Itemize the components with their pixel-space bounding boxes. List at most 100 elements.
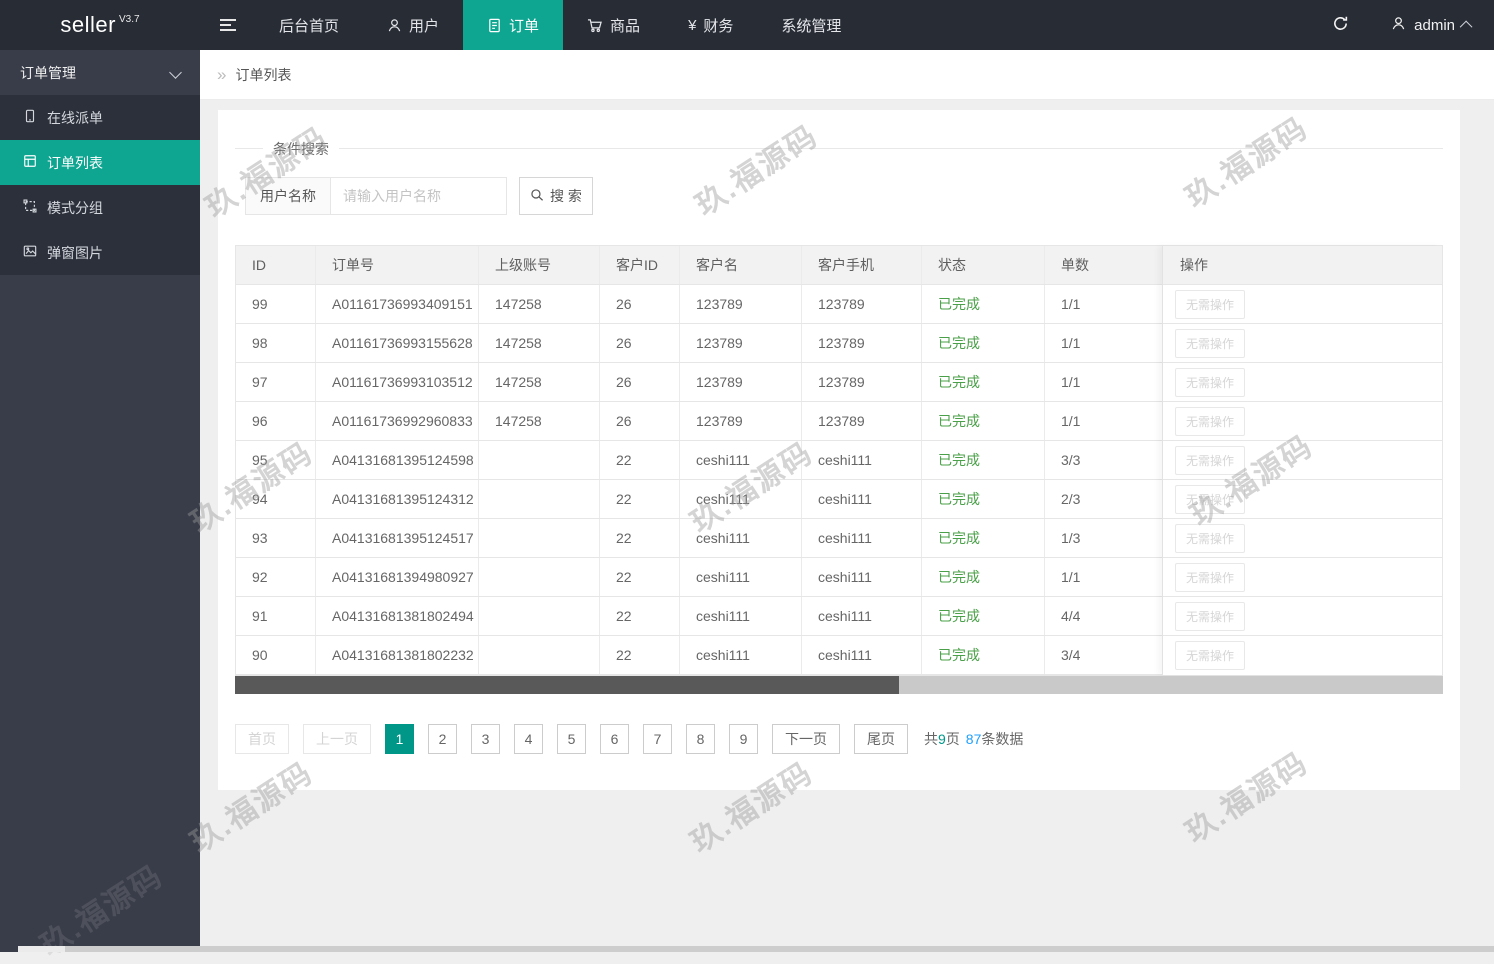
cell-count: 1/1 (1045, 363, 1166, 401)
search-button[interactable]: 搜 索 (519, 177, 593, 215)
cell-customer-phone: 123789 (802, 324, 922, 362)
cell-order-no: A01161736993155628 (316, 324, 479, 362)
hamburger-icon (220, 19, 236, 31)
page-number-button[interactable]: 5 (557, 724, 586, 754)
cell-id: 98 (236, 324, 316, 362)
topbar-right: admin (1304, 0, 1494, 50)
sidebar-item-online-dispatch[interactable]: 在线派单 (0, 95, 200, 140)
no-action-button[interactable]: 无需操作 (1175, 641, 1245, 670)
cell-id: 93 (236, 519, 316, 557)
refresh-icon (1332, 15, 1349, 35)
page-scrollbar-thumb[interactable] (18, 946, 65, 952)
no-action-button[interactable]: 无需操作 (1175, 407, 1245, 436)
operations-cell: 无需操作 (1163, 597, 1442, 636)
username-input[interactable] (331, 177, 507, 215)
operations-cell: 无需操作 (1163, 558, 1442, 597)
nav-item-system[interactable]: 系统管理 (757, 0, 865, 50)
cell-count: 1/1 (1045, 324, 1166, 362)
cell-id: 91 (236, 597, 316, 635)
cell-parent-account: 147258 (479, 363, 600, 401)
cart-icon (587, 18, 603, 33)
page-first-button[interactable]: 首页 (235, 724, 289, 754)
breadcrumb-arrows-icon: » (217, 65, 226, 85)
page-number-button[interactable]: 8 (686, 724, 715, 754)
cell-customer-name: 123789 (680, 285, 802, 323)
cell-order-no: A01161736993103512 (316, 363, 479, 401)
page-number-button[interactable]: 9 (729, 724, 758, 754)
sidebar-item-popup-image[interactable]: 弹窗图片 (0, 230, 200, 275)
nav-item-products[interactable]: 商品 (563, 0, 664, 50)
col-header-customer-id: 客户ID (600, 246, 680, 284)
page-last-button[interactable]: 尾页 (854, 724, 908, 754)
no-action-button[interactable]: 无需操作 (1175, 368, 1245, 397)
col-header-customer-phone: 客户手机 (802, 246, 922, 284)
page-number-button[interactable]: 2 (428, 724, 457, 754)
page-number-button[interactable]: 3 (471, 724, 500, 754)
operations-cell: 无需操作 (1163, 519, 1442, 558)
cell-customer-name: ceshi111 (680, 480, 802, 518)
cell-customer-phone: ceshi111 (802, 558, 922, 596)
page-number-button[interactable]: 4 (514, 724, 543, 754)
no-action-button[interactable]: 无需操作 (1175, 563, 1245, 592)
nav-item-finance[interactable]: ¥ 财务 (664, 0, 757, 50)
page-number-button[interactable]: 6 (600, 724, 629, 754)
sidebar-group-order-management[interactable]: 订单管理 (0, 50, 200, 95)
no-action-button[interactable]: 无需操作 (1175, 602, 1245, 631)
page-prev-button[interactable]: 上一页 (303, 724, 371, 754)
cell-customer-phone: ceshi111 (802, 480, 922, 518)
order-list-icon (23, 154, 37, 171)
page-number-button[interactable]: 7 (643, 724, 672, 754)
cell-count: 2/3 (1045, 480, 1166, 518)
cell-parent-account (479, 597, 600, 635)
cell-parent-account: 147258 (479, 402, 600, 440)
cell-order-no: A04131681395124598 (316, 441, 479, 479)
cell-id: 97 (236, 363, 316, 401)
cell-customer-name: ceshi111 (680, 597, 802, 635)
cell-customer-name: ceshi111 (680, 441, 802, 479)
nav-item-dashboard[interactable]: 后台首页 (255, 0, 363, 50)
chevron-down-icon (169, 66, 182, 79)
col-header-parent-account: 上级账号 (479, 246, 600, 284)
order-list-card: 条件搜索 用户名称 搜 索 ID 订单号 上级账号 客户ID 客户名 客户手机 (218, 110, 1460, 790)
user-icon (387, 18, 402, 33)
summary-total-pages: 9 (938, 731, 946, 747)
breadcrumb: » 订单列表 (200, 50, 1494, 100)
cell-customer-phone: ceshi111 (802, 441, 922, 479)
cell-customer-id: 22 (600, 519, 680, 557)
cell-count: 3/3 (1045, 441, 1166, 479)
page-next-button[interactable]: 下一页 (772, 724, 840, 754)
no-action-button[interactable]: 无需操作 (1175, 485, 1245, 514)
cell-order-no: A04131681395124517 (316, 519, 479, 557)
page-horizontal-scrollbar[interactable] (0, 946, 1494, 952)
sidebar: 订单管理 在线派单 订单列表 模式分组 弹窗图片 (0, 50, 200, 952)
sidebar-toggle-button[interactable] (200, 0, 255, 50)
scrollbar-corner (0, 946, 18, 952)
sidebar-item-label: 模式分组 (47, 198, 103, 218)
nav-item-users[interactable]: 用户 (363, 0, 463, 50)
operations-fixed-column: 操作 无需操作 无需操作 无需操作 无需操作 无需操作 无需操作 无需操作 无需… (1162, 246, 1442, 675)
cell-status: 已完成 (922, 324, 1045, 362)
operations-cell: 无需操作 (1163, 480, 1442, 519)
page-number-button[interactable]: 1 (385, 724, 414, 754)
table-horizontal-scrollbar[interactable] (235, 676, 1443, 694)
sidebar-item-mode-group[interactable]: 模式分组 (0, 185, 200, 230)
summary-total-items: 87 (966, 731, 982, 747)
image-icon (23, 244, 37, 261)
cell-customer-id: 26 (600, 285, 680, 323)
col-header-order-no: 订单号 (316, 246, 479, 284)
nav-item-orders[interactable]: 订单 (463, 0, 563, 50)
col-header-customer-name: 客户名 (680, 246, 802, 284)
refresh-button[interactable] (1304, 0, 1377, 50)
cell-parent-account (479, 480, 600, 518)
user-menu[interactable]: admin (1377, 0, 1494, 50)
cell-order-no: A04131681394980927 (316, 558, 479, 596)
cell-customer-id: 26 (600, 324, 680, 362)
scrollbar-thumb[interactable] (235, 676, 899, 694)
no-action-button[interactable]: 无需操作 (1175, 329, 1245, 358)
no-action-button[interactable]: 无需操作 (1175, 446, 1245, 475)
no-action-button[interactable]: 无需操作 (1175, 524, 1245, 553)
sidebar-item-order-list[interactable]: 订单列表 (0, 140, 200, 185)
no-action-button[interactable]: 无需操作 (1175, 290, 1245, 319)
group-icon (23, 199, 37, 216)
search-legend: 条件搜索 (263, 139, 339, 159)
